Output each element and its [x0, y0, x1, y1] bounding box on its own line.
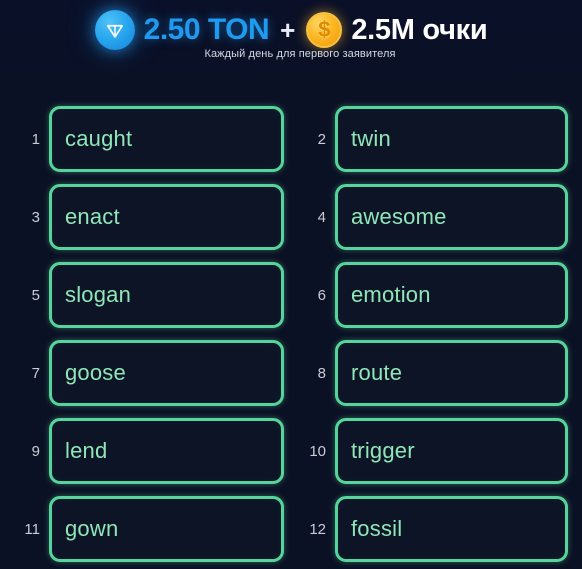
word-card-7[interactable]: goose — [49, 340, 284, 406]
word-index-label: 3 — [31, 208, 40, 226]
word-label: slogan — [65, 282, 132, 307]
word-card-10[interactable]: trigger — [335, 418, 568, 484]
word-index-label: 1 — [31, 130, 40, 148]
word-index-label: 10 — [309, 442, 326, 460]
word-index-label: 7 — [31, 364, 40, 382]
word-cell-8: 8 route — [284, 334, 568, 412]
word-cell-3: 3 enact — [0, 178, 284, 256]
word-cell-4: 4 awesome — [284, 178, 568, 256]
word-index-label: 12 — [309, 520, 326, 538]
word-label: twin — [351, 126, 391, 151]
word-cell-6: 6 emotion — [284, 256, 568, 334]
dollar-coin-icon: $ — [306, 12, 343, 48]
word-index-label: 4 — [317, 208, 326, 226]
reward-header: 2.50 TON + $ 2.5M очки Каждый день для п… — [0, 0, 582, 92]
word-cell-2: 2 twin — [284, 100, 568, 178]
reward-subtitle: Каждый день для первого заявителя — [0, 48, 582, 60]
ton-amount-label: 2.50 TON — [143, 13, 270, 46]
word-index-label: 6 — [317, 286, 326, 304]
plus-separator: + — [280, 14, 296, 45]
word-grid: 1 caught 2 twin 3 enact 4 awesome 5 slogan 6 emotio… — [0, 100, 582, 569]
word-cell-10: 10 trigger — [284, 412, 568, 490]
ton-diamond-icon — [94, 10, 135, 50]
word-card-1[interactable]: caught — [49, 106, 284, 172]
word-card-5[interactable]: slogan — [49, 262, 284, 328]
word-index-label: 9 — [31, 442, 40, 460]
word-label: trigger — [351, 438, 415, 463]
reward-subtitle-text: Каждый день для первого заявителя — [204, 48, 396, 60]
word-card-6[interactable]: emotion — [335, 262, 568, 328]
word-cell-5: 5 slogan — [0, 256, 284, 334]
word-cell-7: 7 goose — [0, 334, 284, 412]
word-cell-9: 9 lend — [0, 412, 284, 490]
word-label: caught — [65, 126, 133, 151]
word-label: goose — [65, 360, 126, 385]
word-index-label: 8 — [317, 364, 326, 382]
word-label: gown — [65, 516, 119, 541]
word-label: emotion — [351, 282, 431, 307]
word-index-label: 2 — [317, 130, 326, 148]
word-index-label: 5 — [31, 286, 40, 304]
word-card-8[interactable]: route — [335, 340, 568, 406]
word-card-9[interactable]: lend — [49, 418, 284, 484]
word-cell-12: 12 fossil — [284, 490, 568, 568]
word-label: fossil — [351, 516, 403, 541]
dollar-sign-glyph: $ — [318, 17, 331, 42]
word-card-4[interactable]: awesome — [335, 184, 568, 250]
word-label: route — [351, 360, 403, 385]
word-cell-11: 11 gown — [0, 490, 284, 568]
word-card-3[interactable]: enact — [49, 184, 284, 250]
word-card-2[interactable]: twin — [335, 106, 568, 172]
word-card-11[interactable]: gown — [49, 496, 284, 562]
points-amount-label: 2.5M очки — [351, 13, 488, 46]
word-cell-1: 1 caught — [0, 100, 284, 178]
word-label: lend — [65, 438, 108, 463]
reward-header-row: 2.50 TON + $ 2.5M очки — [0, 6, 582, 54]
word-index-label: 11 — [24, 520, 40, 538]
word-card-12[interactable]: fossil — [335, 496, 568, 562]
word-label: enact — [65, 204, 120, 229]
word-label: awesome — [351, 204, 447, 229]
